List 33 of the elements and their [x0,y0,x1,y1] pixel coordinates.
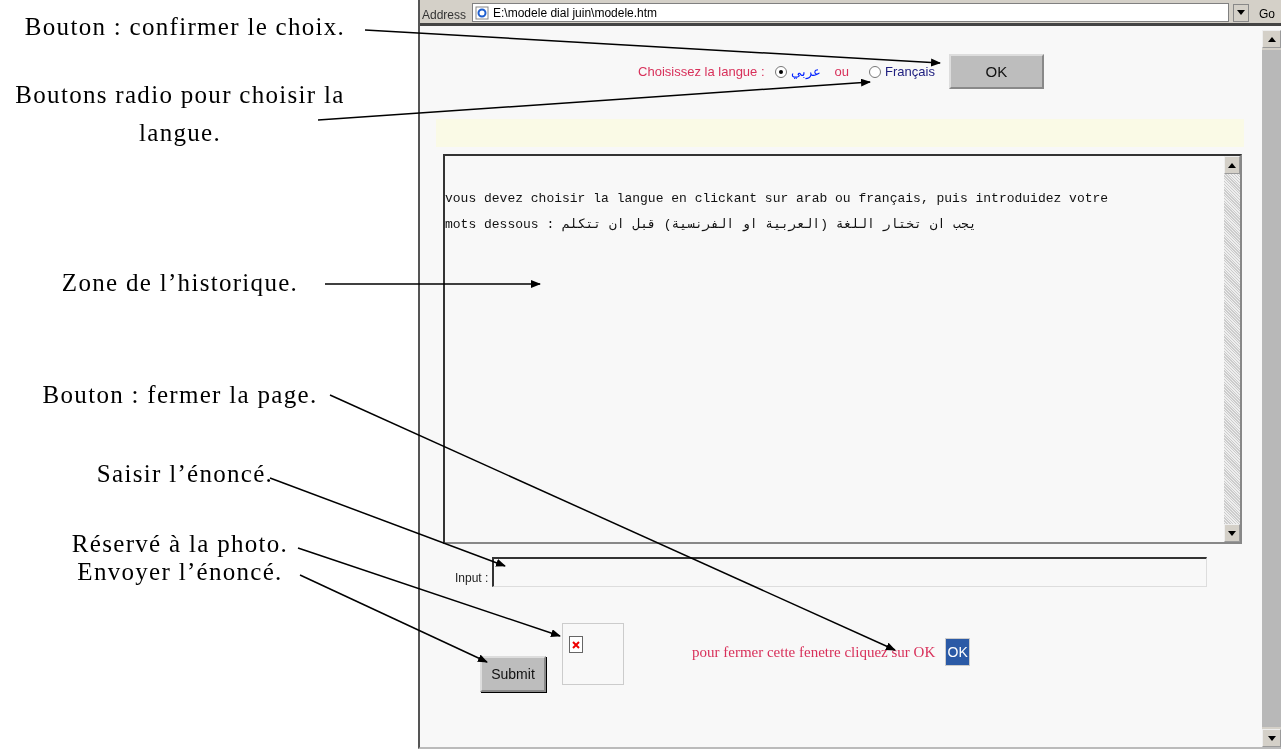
close-ok-button[interactable]: OK [945,638,971,666]
radio-button[interactable] [869,65,882,78]
input-label: Input : [455,571,489,587]
radio-label[interactable]: عربي [790,64,821,79]
annotation-text: Bouton : confirmer le choix. [23,12,347,42]
scrollbar[interactable] [1224,156,1240,542]
scroll-up-icon[interactable] [1228,162,1236,168]
separator-text: ou [834,64,850,79]
address-label: Address [421,8,468,22]
address-field[interactable]: E:\modele dial juin\modele.htm [472,3,1229,22]
radio-label[interactable]: Français [885,64,935,79]
annotation-text: Envoyer l’énoncé. [76,557,284,587]
annotation-text: Saisir l’énoncé. [95,459,275,489]
language-label: Choisissez la langue : [638,64,765,79]
annotation-text: Zone de l’historique. [60,268,300,298]
input-field[interactable] [492,557,1208,587]
scroll-up-icon[interactable] [1267,36,1276,42]
radio-button[interactable] [774,65,787,78]
scroll-down-icon[interactable] [1228,530,1236,536]
history-line: vous devez choisir la langue en clickant sur arab ou français, puis introduidez votre [445,190,1110,208]
annotation-text: Bouton : fermer la page. [41,380,319,410]
history-line: mots dessous : يجب ان تختار اللغة (العربية او الفرنسية) قبل ان تتكلم [445,216,978,234]
ok-button[interactable]: OK [948,54,1044,89]
page-scrollbar[interactable] [1262,30,1281,747]
caret-icon [1237,10,1245,16]
broken-image-icon [569,636,583,653]
annotation-text: Boutons radio pour choisir la langue. [14,80,346,148]
annotation-text: Réservé à la photo. [70,529,290,559]
dropdown-button[interactable] [1233,4,1249,22]
close-instruction: pour fermer cette fenetre cliquez sur OK [692,644,936,661]
submit-button[interactable]: Submit [480,656,546,692]
page-icon [475,5,490,20]
scroll-down-icon[interactable] [1267,735,1276,741]
